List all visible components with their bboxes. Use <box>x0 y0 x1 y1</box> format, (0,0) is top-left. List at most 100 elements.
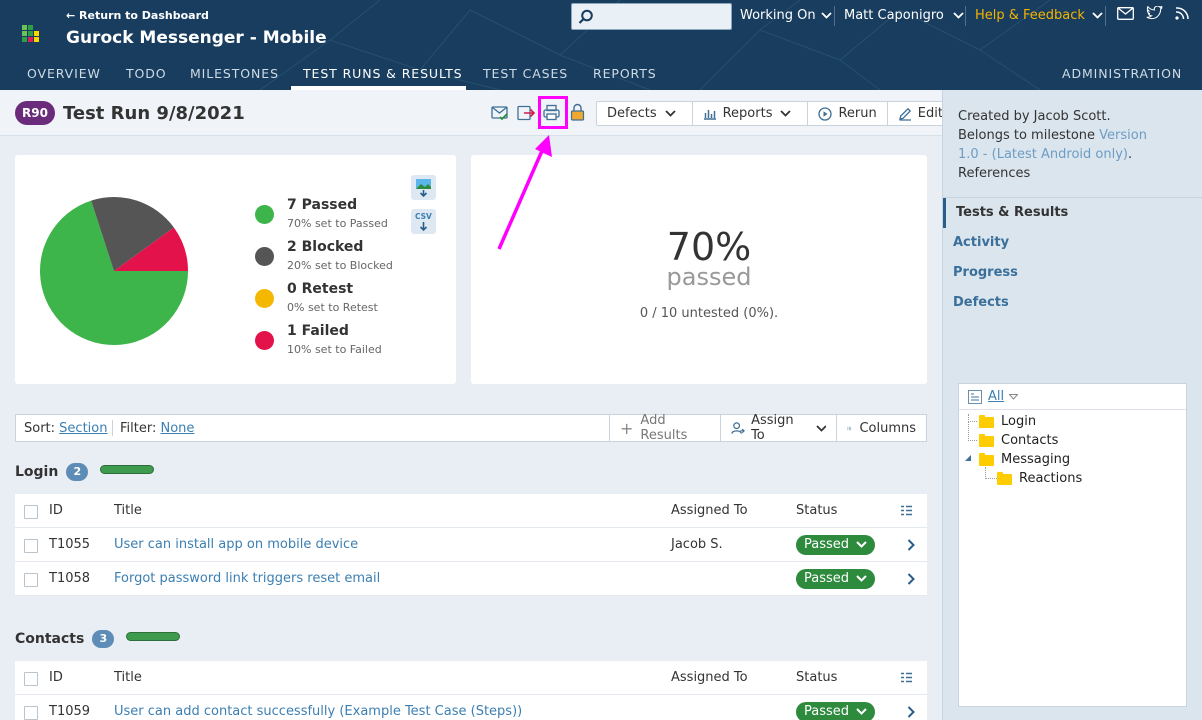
column-header-assigned[interactable]: Assigned To <box>671 503 748 518</box>
email-check-icon[interactable] <box>491 105 508 121</box>
annotation-arrow-icon <box>497 135 552 250</box>
divider <box>1105 6 1106 26</box>
print-button-highlight <box>538 96 568 129</box>
lock-icon[interactable] <box>570 103 585 121</box>
rss-icon[interactable] <box>1174 6 1190 21</box>
tests-table-contacts: ID Title Assigned To Status T1059 User c… <box>15 661 927 720</box>
status-badge[interactable]: Passed <box>796 535 875 555</box>
sort-value-link[interactable]: Section <box>59 421 107 436</box>
rerun-button[interactable]: Rerun <box>808 102 888 125</box>
sidebar-item-tests-results[interactable]: Tests & Results <box>943 198 1202 228</box>
test-title-link[interactable]: Forgot password link triggers reset emai… <box>114 571 380 586</box>
testrail-logo-icon <box>22 25 42 45</box>
reports-button[interactable]: Reports <box>693 102 809 125</box>
run-toolbar: R90 Test Run 9/8/2021 Defects Reports Re… <box>0 90 954 136</box>
tab-milestones[interactable]: MILESTONES <box>190 66 279 81</box>
chevron-right-icon[interactable] <box>907 539 915 551</box>
column-header-assigned[interactable]: Assigned To <box>671 670 748 685</box>
download-csv-icon[interactable]: CSV <box>411 209 436 234</box>
chevron-right-icon[interactable] <box>907 706 915 718</box>
working-on-menu[interactable]: Working On <box>740 8 832 23</box>
twitter-icon[interactable] <box>1146 6 1163 20</box>
run-action-buttons: Defects Reports Rerun Edit <box>596 101 954 126</box>
tab-todo[interactable]: TODO <box>126 66 167 81</box>
top-header: ← Return to Dashboard Gurock Messenger -… <box>0 0 1202 90</box>
test-id: T1059 <box>49 704 91 719</box>
legend-subtitle: 20% set to Blocked <box>287 259 393 272</box>
section-header-login[interactable]: Login 2 <box>15 463 155 481</box>
columns-icon[interactable] <box>900 505 913 516</box>
project-title[interactable]: Gurock Messenger - Mobile <box>66 28 327 48</box>
sidebar-item-progress[interactable]: Progress <box>943 258 1202 288</box>
divider <box>834 6 835 26</box>
return-to-dashboard-link[interactable]: ← Return to Dashboard <box>66 9 209 22</box>
search-icon <box>578 9 593 24</box>
search-input[interactable] <box>571 3 732 30</box>
tree-expand-icon[interactable] <box>968 390 982 404</box>
download-image-icon[interactable] <box>411 175 436 200</box>
section-header-contacts[interactable]: Contacts 3 <box>15 630 181 648</box>
divider <box>965 6 966 26</box>
status-pie-chart <box>40 197 189 345</box>
chevron-down-icon <box>664 110 676 117</box>
sort-control[interactable]: Sort: Section <box>24 421 107 436</box>
arrow-left-icon: ← <box>66 9 80 22</box>
chevron-down-icon <box>780 110 792 117</box>
row-checkbox[interactable] <box>24 539 38 553</box>
tree-collapse-triangle-icon[interactable] <box>964 454 972 462</box>
column-header-title[interactable]: Title <box>114 670 142 685</box>
row-checkbox[interactable] <box>24 573 38 587</box>
status-badge[interactable]: Passed <box>796 569 875 589</box>
column-header-status[interactable]: Status <box>796 670 837 685</box>
filter-control[interactable]: Filter: None <box>120 421 194 436</box>
filter-value-link[interactable]: None <box>161 421 195 436</box>
assign-to-button[interactable]: Assign To <box>720 413 836 443</box>
columns-icon[interactable] <box>900 672 913 683</box>
legend-dot-passed <box>255 205 274 224</box>
tab-overview[interactable]: OVERVIEW <box>27 66 101 81</box>
legend-title: 0 Retest <box>287 281 354 297</box>
tab-test-runs-results[interactable]: TEST RUNS & RESULTS <box>303 66 462 81</box>
defects-button[interactable]: Defects <box>597 102 693 125</box>
chevron-down-icon <box>953 12 964 19</box>
tab-test-cases[interactable]: TEST CASES <box>483 66 568 81</box>
select-all-checkbox[interactable] <box>24 672 38 686</box>
main-content: R90 Test Run 9/8/2021 Defects Reports Re… <box>0 90 954 720</box>
columns-button[interactable]: Columns <box>836 415 926 441</box>
chevron-right-icon[interactable] <box>907 573 915 585</box>
run-id-badge: R90 <box>15 101 55 125</box>
section-count-badge: 2 <box>66 463 89 481</box>
sidebar-item-activity[interactable]: Activity <box>943 228 1202 258</box>
column-header-status[interactable]: Status <box>796 503 837 518</box>
status-badge[interactable]: Passed <box>796 702 875 720</box>
table-row[interactable]: T1059 User can add contact successfully … <box>15 695 927 720</box>
legend-subtitle: 0% set to Retest <box>287 301 378 314</box>
table-row[interactable]: T1058 Forgot password link triggers rese… <box>15 562 927 596</box>
chevron-down-icon <box>856 575 867 582</box>
tests-table-login: ID Title Assigned To Status T1055 User c… <box>15 494 927 596</box>
dropdown-triangle-icon[interactable] <box>1009 394 1018 400</box>
test-title-link[interactable]: User can add contact successfully (Examp… <box>114 704 522 719</box>
column-header-id[interactable]: ID <box>49 670 63 685</box>
select-all-checkbox[interactable] <box>24 505 38 519</box>
legend-dot-failed <box>255 331 274 350</box>
sidebar-item-defects[interactable]: Defects <box>943 288 1202 318</box>
tab-reports[interactable]: REPORTS <box>593 66 657 81</box>
add-results-button[interactable]: + Add Results <box>609 413 720 443</box>
column-header-id[interactable]: ID <box>49 503 63 518</box>
play-icon <box>818 106 833 121</box>
column-header-title[interactable]: Title <box>114 503 142 518</box>
help-feedback-menu[interactable]: Help & Feedback <box>975 8 1103 23</box>
test-title-link[interactable]: User can install app on mobile device <box>114 537 358 552</box>
assigned-to: Jacob S. <box>671 537 723 552</box>
tab-administration[interactable]: ADMINISTRATION <box>1062 66 1182 81</box>
export-icon[interactable] <box>517 105 535 121</box>
section-progress-bar <box>100 465 155 474</box>
row-checkbox[interactable] <box>24 706 38 720</box>
user-menu[interactable]: Matt Caponigro <box>844 8 964 23</box>
table-row[interactable]: T1055 User can install app on mobile dev… <box>15 528 927 562</box>
mail-icon[interactable] <box>1117 7 1134 20</box>
tree-filter-all-link[interactable]: All <box>988 389 1004 404</box>
section-tree: All Login Contacts Messaging Reactions <box>958 383 1187 707</box>
legend-title: 7 Passed <box>287 197 358 213</box>
